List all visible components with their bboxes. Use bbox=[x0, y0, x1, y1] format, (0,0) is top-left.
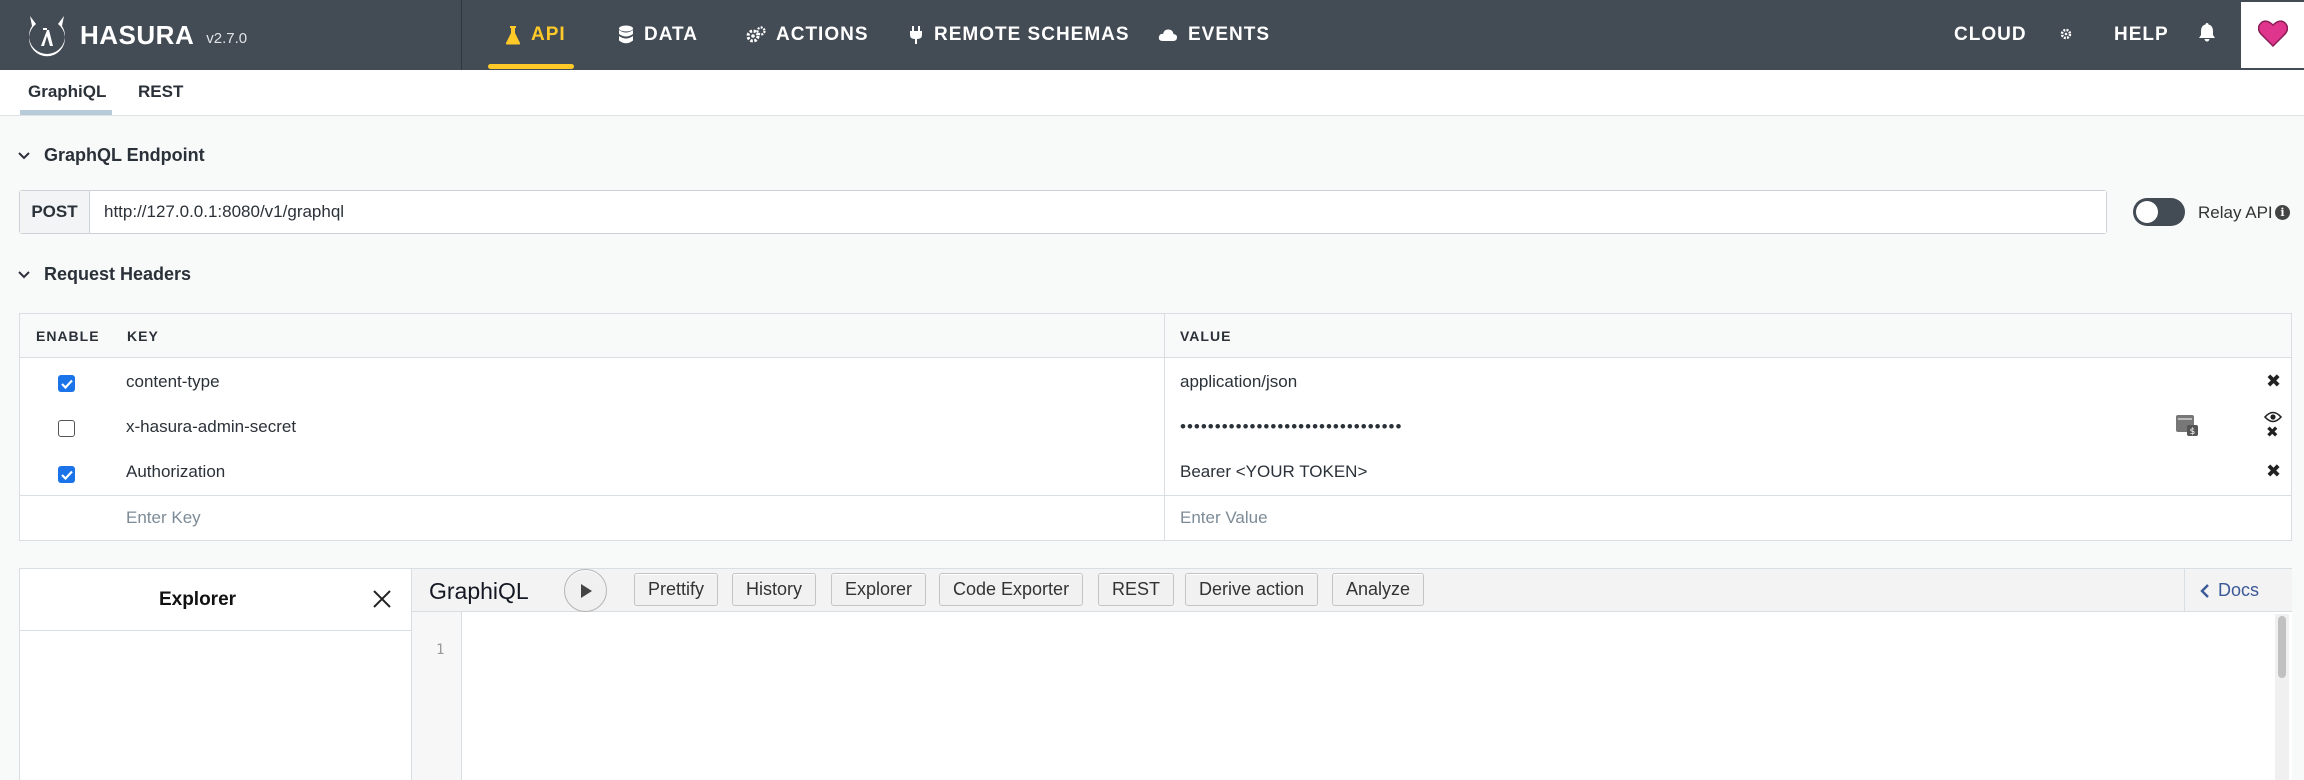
settings-button[interactable] bbox=[2060, 0, 2072, 70]
header-enable-checkbox[interactable] bbox=[58, 375, 75, 392]
chevron-down-icon bbox=[18, 270, 30, 279]
version-label: v2.7.0 bbox=[206, 29, 248, 47]
checkmark-icon bbox=[60, 470, 73, 480]
cloud-icon bbox=[1158, 27, 1178, 43]
play-icon bbox=[580, 583, 592, 598]
graphql-endpoint-toggle[interactable]: GraphQL Endpoint bbox=[18, 145, 205, 166]
explorer-panel: Explorer bbox=[19, 568, 412, 780]
relay-api-label: Relay API bbox=[2198, 203, 2273, 222]
active-tab-indicator bbox=[20, 110, 112, 115]
query-editor[interactable] bbox=[412, 612, 2292, 780]
endpoint-url-input[interactable] bbox=[90, 191, 2106, 233]
notifications-button[interactable] bbox=[2198, 0, 2216, 70]
request-headers-toggle[interactable]: Request Headers bbox=[18, 264, 191, 285]
cloud-link[interactable]: CLOUD bbox=[1954, 0, 2027, 70]
help-link[interactable]: HELP bbox=[2114, 0, 2169, 70]
top-navbar: HASURA v2.7.0 API DATA ACTIONS REMOTE SC… bbox=[0, 0, 2304, 70]
nav-item-label: API bbox=[531, 24, 566, 45]
header-value[interactable]: application/json bbox=[1180, 372, 1297, 392]
table-header: ENABLE KEY VALUE bbox=[20, 314, 2291, 358]
help-label: HELP bbox=[2114, 24, 2169, 45]
chevron-left-icon bbox=[2200, 583, 2209, 598]
docs-label: Docs bbox=[2218, 580, 2260, 600]
chevron-down-icon bbox=[18, 151, 30, 160]
delete-header-button[interactable]: ✖ bbox=[2266, 371, 2281, 392]
hasura-logo[interactable]: HASURA v2.7.0 bbox=[22, 10, 247, 60]
line-number: 1 bbox=[436, 642, 445, 658]
close-icon bbox=[373, 590, 391, 608]
section-title: Request Headers bbox=[44, 264, 192, 284]
gear-icon bbox=[2060, 24, 2072, 46]
nav-item-actions[interactable]: ACTIONS bbox=[746, 0, 869, 70]
bell-icon bbox=[2198, 22, 2216, 48]
checkmark-icon bbox=[60, 379, 73, 389]
explorer-title: Explorer bbox=[158, 589, 237, 610]
docs-button[interactable]: Docs bbox=[2200, 580, 2259, 601]
column-header-key: KEY bbox=[127, 328, 159, 344]
derive-action-button[interactable]: Derive action bbox=[1185, 573, 1319, 606]
tab-rest[interactable]: REST bbox=[138, 82, 183, 102]
nav-item-label: EVENTS bbox=[1188, 24, 1271, 45]
svg-text:$: $ bbox=[2190, 427, 2196, 437]
logo-text: HASURA bbox=[80, 19, 195, 50]
header-enable-checkbox[interactable] bbox=[58, 466, 75, 483]
cloud-label: CLOUD bbox=[1954, 24, 2027, 45]
header-key[interactable]: content-type bbox=[126, 372, 220, 392]
request-headers-table: ENABLE KEY VALUE content-type applicatio… bbox=[19, 313, 2292, 541]
gears-icon bbox=[746, 26, 766, 44]
execute-query-button[interactable] bbox=[564, 569, 607, 612]
new-header-key-input[interactable]: Enter Key bbox=[126, 508, 201, 528]
explorer-header: Explorer bbox=[20, 569, 411, 631]
column-header-enable: ENABLE bbox=[36, 328, 100, 344]
relay-api-toggle[interactable] bbox=[2133, 198, 2185, 226]
http-method-label: POST bbox=[20, 191, 90, 233]
plug-icon bbox=[908, 25, 924, 45]
api-subnav bbox=[0, 70, 2304, 116]
nav-item-label: ACTIONS bbox=[776, 24, 869, 45]
nav-divider bbox=[461, 0, 462, 70]
database-icon bbox=[618, 25, 634, 45]
nav-item-label: DATA bbox=[644, 24, 698, 45]
row-divider bbox=[20, 495, 2291, 496]
new-header-value-input[interactable]: Enter Value bbox=[1180, 508, 1268, 528]
graphiql-title: GraphiQL bbox=[429, 578, 529, 604]
hasura-logo-icon bbox=[29, 16, 65, 57]
column-header-value: VALUE bbox=[1180, 328, 1232, 344]
line-number-gutter bbox=[412, 612, 462, 780]
nav-item-events[interactable]: EVENTS bbox=[1158, 0, 1270, 70]
analyze-button[interactable]: Analyze bbox=[1332, 573, 1425, 606]
column-divider bbox=[1164, 314, 1165, 540]
header-key[interactable]: Authorization bbox=[126, 462, 225, 482]
heart-icon bbox=[2257, 19, 2288, 52]
rest-button[interactable]: REST bbox=[1098, 573, 1175, 606]
scrollbar-thumb[interactable] bbox=[2278, 616, 2286, 678]
nav-item-data[interactable]: DATA bbox=[618, 0, 698, 70]
endpoint-bar: POST bbox=[19, 190, 2107, 234]
prettify-button[interactable]: Prettify bbox=[634, 573, 719, 606]
delete-header-button[interactable]: ✖ bbox=[2266, 461, 2281, 482]
active-nav-indicator bbox=[488, 64, 574, 69]
close-explorer-button[interactable] bbox=[372, 589, 392, 614]
history-button[interactable]: History bbox=[732, 573, 817, 606]
nav-item-label: REMOTE SCHEMAS bbox=[934, 24, 1130, 45]
code-exporter-button[interactable]: Code Exporter bbox=[939, 573, 1084, 606]
toggle-knob bbox=[2136, 201, 2158, 223]
header-value[interactable]: Bearer <YOUR TOKEN> bbox=[1180, 462, 1367, 482]
nav-item-remote-schemas[interactable]: REMOTE SCHEMAS bbox=[908, 0, 1130, 70]
nav-item-api[interactable]: API bbox=[505, 0, 566, 70]
header-value-masked[interactable]: •••••••••••••••••••••••••••••••• bbox=[1180, 417, 1402, 437]
explorer-button[interactable]: Explorer bbox=[831, 573, 927, 606]
sponsor-button[interactable] bbox=[2241, 2, 2304, 68]
delete-header-button[interactable]: ✖ bbox=[2266, 423, 2279, 441]
info-icon[interactable]: i bbox=[2275, 205, 2290, 220]
tab-graphiql[interactable]: GraphiQL bbox=[28, 82, 106, 102]
header-key[interactable]: x-hasura-admin-secret bbox=[126, 417, 296, 437]
section-title: GraphQL Endpoint bbox=[44, 145, 205, 165]
flask-icon bbox=[505, 25, 521, 45]
header-enable-checkbox[interactable] bbox=[58, 420, 75, 437]
env-var-icon[interactable]: $ bbox=[2175, 413, 2199, 442]
docs-divider bbox=[2184, 568, 2185, 612]
